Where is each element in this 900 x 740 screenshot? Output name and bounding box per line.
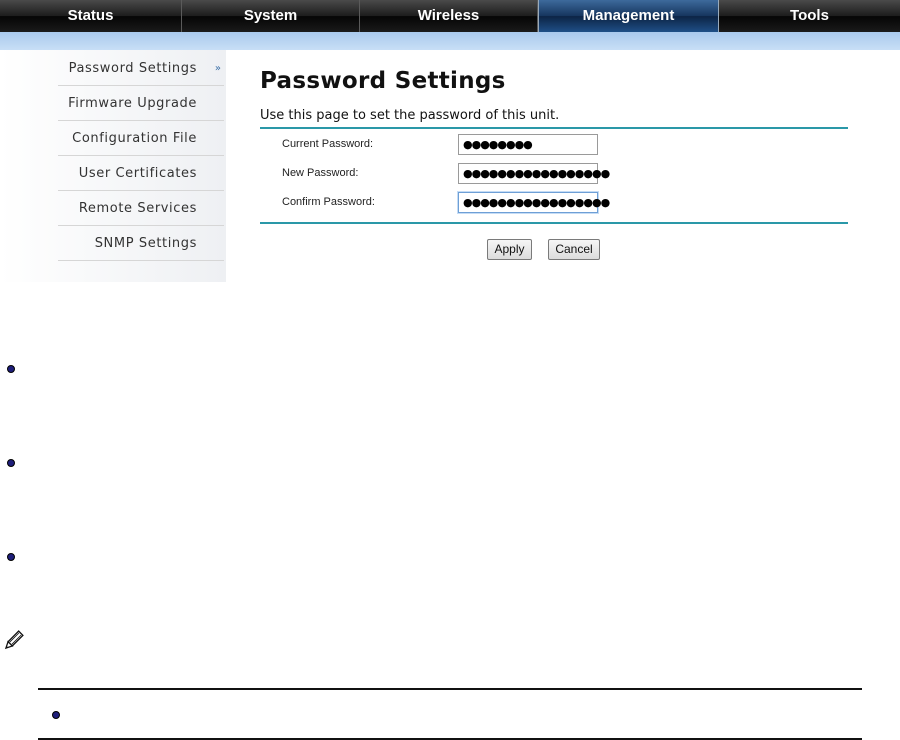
sidebar-item-remote-services[interactable]: Remote Services — [58, 192, 224, 226]
sidebar-item-label: SNMP Settings — [94, 236, 197, 251]
top-nav: Status System Wireless Management Tools — [0, 0, 900, 32]
sidebar-item-configuration-file[interactable]: Configuration File — [58, 122, 224, 156]
confirm-password-input[interactable]: ●●●●●●●●●●●●●●●●● — [458, 192, 610, 213]
current-password-input[interactable]: ●●●●●●●● — [458, 134, 598, 155]
bullet-icon — [7, 459, 15, 467]
double-chevron-right-icon: » — [214, 63, 221, 74]
page-title: Password Settings — [260, 68, 506, 94]
bullet-icon — [7, 365, 15, 373]
bullet-icon — [52, 711, 60, 719]
apply-button[interactable]: Apply — [487, 239, 532, 260]
confirm-password-label: Confirm Password: — [282, 196, 375, 208]
sidebar-item-user-certificates[interactable]: User Certificates — [58, 157, 224, 191]
sidebar-item-snmp-settings[interactable]: SNMP Settings — [58, 227, 224, 261]
new-password-label: New Password: — [282, 167, 359, 179]
sidebar-item-label: Configuration File — [72, 131, 197, 146]
sidebar-item-label: Remote Services — [78, 201, 197, 216]
page-description: Use this page to set the password of thi… — [260, 108, 560, 123]
tab-management[interactable]: Management — [538, 0, 719, 32]
tab-wireless[interactable]: Wireless — [360, 0, 538, 32]
cancel-button[interactable]: Cancel — [548, 239, 600, 260]
sub-nav-bar — [0, 32, 900, 50]
sidebar-item-label: Password Settings — [68, 61, 197, 76]
divider-bottom — [260, 222, 848, 224]
divider-top — [260, 127, 848, 129]
note-top-rule — [38, 688, 862, 690]
sidebar-item-firmware-upgrade[interactable]: Firmware Upgrade — [58, 87, 224, 121]
tab-system[interactable]: System — [182, 0, 360, 32]
sidebar-item-label: Firmware Upgrade — [68, 96, 197, 111]
tab-tools[interactable]: Tools — [719, 0, 900, 32]
tab-status[interactable]: Status — [0, 0, 182, 32]
new-password-input[interactable]: ●●●●●●●●●●●●●●●●● — [458, 163, 610, 184]
sidebar-item-label: User Certificates — [78, 166, 197, 181]
current-password-label: Current Password: — [282, 138, 374, 150]
sidebar: Password Settings » Firmware Upgrade Con… — [0, 50, 226, 282]
bullet-icon — [7, 553, 15, 561]
sidebar-item-password-settings[interactable]: Password Settings » — [58, 52, 224, 86]
pencil-icon — [4, 630, 24, 650]
